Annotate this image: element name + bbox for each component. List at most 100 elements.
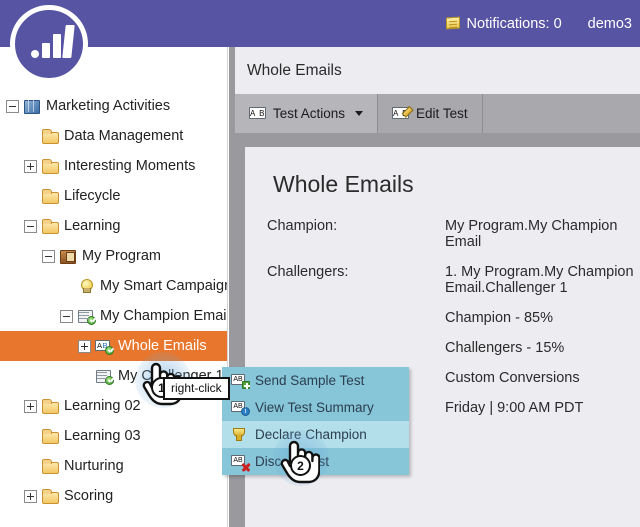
- tree-item-label: Learning: [64, 217, 121, 234]
- detail-key: Champion:: [267, 218, 338, 234]
- sidebar-tree-panel: Marketing Activities Data Management Inter…: [0, 47, 228, 527]
- email-check-icon: [95, 368, 114, 385]
- top-header-bar: Notifications: 0 demo3: [0, 0, 640, 47]
- tree-collapse-toggle[interactable]: [42, 249, 55, 263]
- program-icon: [59, 248, 77, 264]
- folder-icon: [41, 158, 59, 174]
- panel-title-bar: Whole Emails: [235, 47, 640, 94]
- marketo-logo-icon[interactable]: [10, 5, 88, 83]
- tree-expand-toggle[interactable]: [78, 339, 91, 353]
- folder-icon: [41, 488, 59, 504]
- ab-test-icon: AB: [95, 338, 114, 355]
- tree-expand-toggle[interactable]: [24, 159, 37, 173]
- tree-item-label: Learning 02: [64, 397, 141, 414]
- tree-collapse-toggle[interactable]: [60, 309, 73, 323]
- tree-item-learning[interactable]: Learning: [0, 211, 227, 241]
- discard-test-icon: AB: [231, 455, 247, 468]
- tree-item-label: My Program: [82, 247, 161, 264]
- x-badge-icon: [241, 462, 250, 471]
- step-1-tooltip: right-click: [163, 377, 230, 400]
- detail-value: Custom Conversions: [445, 370, 640, 386]
- detail-value-line2: Email.Challenger 1: [445, 280, 568, 296]
- detail-value-line1: My Program.My Champion Email: [445, 218, 618, 250]
- toolbar-button-edit-test[interactable]: A B Edit Test: [378, 94, 483, 133]
- cube-icon: [23, 98, 41, 114]
- tree-item-marketing-activities[interactable]: Marketing Activities: [0, 91, 227, 121]
- toolbar-button-test-actions[interactable]: A B Test Actions: [235, 94, 379, 133]
- detail-row: Challengers - 15%: [267, 340, 640, 356]
- tree-item-interesting-moments[interactable]: Interesting Moments: [0, 151, 227, 181]
- context-menu-item-discard-test[interactable]: AB Discard Test: [222, 448, 409, 475]
- detail-row: Champion: My Program.My Champion Email: [267, 218, 640, 250]
- plus-badge-icon: [242, 381, 250, 389]
- send-sample-test-icon: AB: [231, 374, 250, 389]
- tree-item-scoring[interactable]: Scoring: [0, 481, 227, 511]
- trophy-icon: [231, 428, 247, 441]
- toolbar-button-label: Edit Test: [416, 106, 468, 121]
- context-menu-item-label: View Test Summary: [255, 400, 374, 415]
- pencil-icon: [401, 107, 411, 117]
- notifications-button[interactable]: Notifications: 0: [445, 16, 562, 32]
- tree-item-label: Whole Emails: [118, 337, 207, 354]
- check-badge-icon: [105, 376, 114, 385]
- ab-pencil-icon: A B: [392, 107, 411, 120]
- context-menu[interactable]: AB Send Sample Test AB i View Test Summary De…: [222, 367, 409, 475]
- tree-item-label: My Champion Email: [100, 307, 228, 324]
- tree-item-lifecycle[interactable]: Lifecycle: [0, 181, 227, 211]
- context-menu-item-view-test-summary[interactable]: AB i View Test Summary: [222, 394, 409, 421]
- folder-icon: [41, 128, 59, 144]
- view-test-summary-icon: AB i: [231, 401, 250, 416]
- context-menu-item-label: Declare Champion: [255, 427, 367, 442]
- context-menu-item-label: Send Sample Test: [255, 373, 365, 388]
- tree-item-label: My Smart Campaign: [100, 277, 228, 294]
- lightbulb-icon: [77, 278, 95, 294]
- detail-key: Challengers:: [267, 264, 349, 280]
- folder-icon: [41, 188, 59, 204]
- folder-icon: [41, 428, 59, 444]
- tree-item-nurturing[interactable]: Nurturing: [0, 451, 227, 481]
- tree-item-learning-03[interactable]: Learning 03: [0, 421, 227, 451]
- tree-item-label: Interesting Moments: [64, 157, 196, 174]
- tree-item-label: Scoring: [64, 487, 114, 504]
- logo-bar-2: [53, 34, 61, 58]
- tree-item-my-smart-campaign[interactable]: My Smart Campaign: [0, 271, 227, 301]
- tree-item-my-champion-email[interactable]: My Champion Email: [0, 301, 227, 331]
- step-badge-2: 2: [290, 455, 311, 476]
- logo-bar-3: [62, 25, 75, 58]
- email-check-icon: [77, 308, 96, 325]
- detail-row: Champion - 85%: [267, 310, 640, 326]
- tree-expand-toggle[interactable]: [24, 399, 37, 413]
- tree-item-label: Data Management: [64, 127, 184, 144]
- info-badge-icon: i: [241, 407, 250, 416]
- folder-icon: [41, 458, 59, 474]
- user-menu[interactable]: demo3: [588, 16, 632, 32]
- detail-row: Challengers: 1. My Program.My Champion Ema…: [267, 264, 640, 296]
- tree-item-label: Learning 03: [64, 427, 141, 444]
- detail-value-line1: Friday | 9:00 AM PDT: [445, 400, 584, 416]
- tree-item-my-program[interactable]: My Program: [0, 241, 227, 271]
- detail-key: [267, 340, 445, 356]
- context-menu-item-declare-champion[interactable]: Declare Champion: [222, 421, 409, 448]
- check-badge-icon: [105, 346, 114, 355]
- tree-collapse-toggle[interactable]: [6, 99, 19, 113]
- panel-title: Whole Emails: [247, 61, 342, 79]
- panel-toolbar: A B Test Actions A B Edit Test: [235, 94, 640, 133]
- notifications-icon: [445, 16, 461, 30]
- folder-icon: [41, 218, 59, 234]
- ab-icon: A B: [249, 107, 266, 119]
- toolbar-button-label: Test Actions: [273, 106, 346, 121]
- tree-expand-toggle[interactable]: [24, 489, 37, 503]
- navigation-tree: Marketing Activities Data Management Inter…: [0, 91, 227, 511]
- tree-item-label: Marketing Activities: [46, 97, 171, 114]
- detail-value-line1: Challengers - 15%: [445, 340, 565, 356]
- detail-value: Friday | 9:00 AM PDT: [445, 400, 640, 416]
- tree-collapse-toggle[interactable]: [24, 219, 37, 233]
- tree-item-data-management[interactable]: Data Management: [0, 121, 227, 151]
- context-menu-item-send-sample-test[interactable]: AB Send Sample Test: [222, 367, 409, 394]
- tree-item-whole-emails[interactable]: AB Whole Emails: [0, 331, 227, 361]
- header-right-group: Notifications: 0 demo3: [445, 0, 640, 47]
